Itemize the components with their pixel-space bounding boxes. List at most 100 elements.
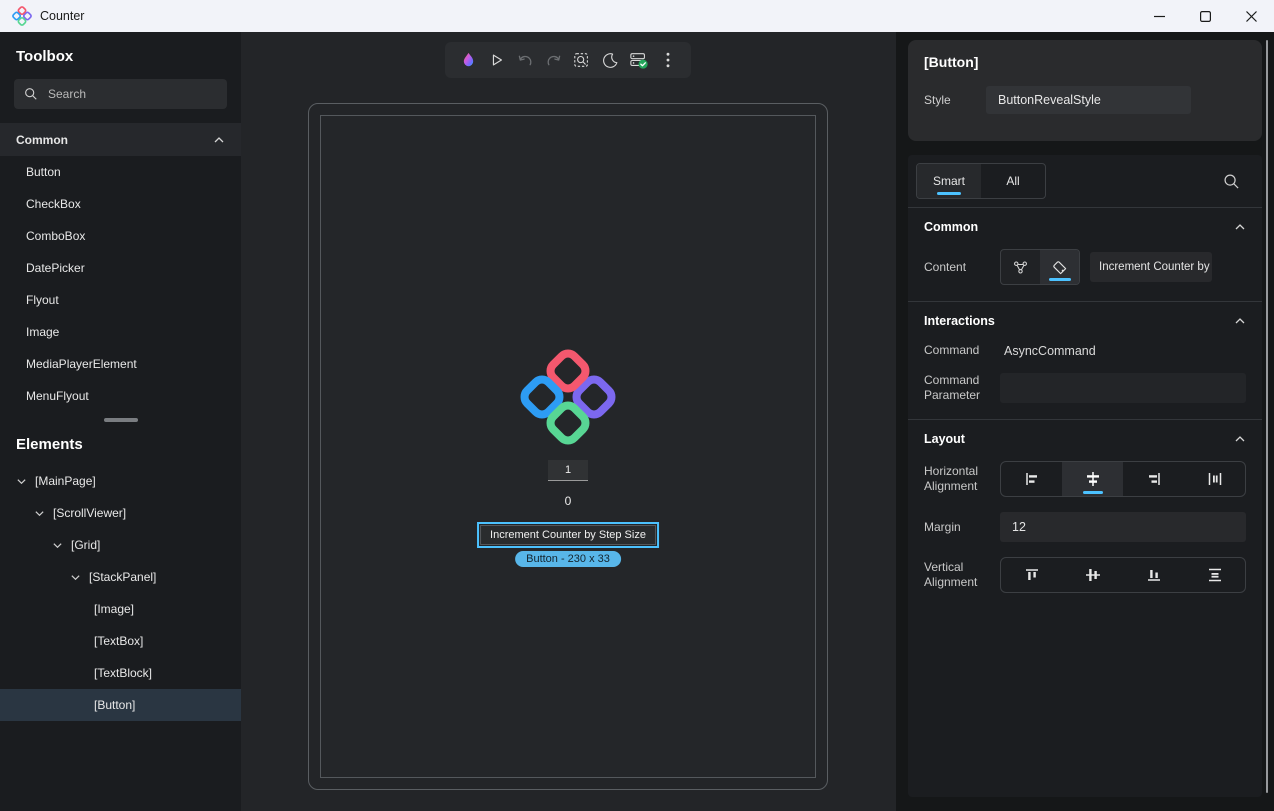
properties-card: Smart All Common Content xyxy=(908,155,1262,797)
tree-item-label: [StackPanel] xyxy=(89,570,156,584)
section-layout: Layout Horizontal Alignment xyxy=(908,419,1262,609)
section-common: Common Content xyxy=(908,207,1262,301)
app-window: Counter Toolbox C xyxy=(0,0,1274,811)
toolbox-list: Button CheckBox ComboBox DatePicker Flyo… xyxy=(0,156,241,412)
tree-item-textbox[interactable]: [TextBox] xyxy=(0,625,241,657)
zoom-selection-icon xyxy=(573,51,591,69)
canvas-toolbar xyxy=(445,42,691,78)
chevron-up-icon xyxy=(213,134,225,146)
step-size-textbox[interactable]: 1 xyxy=(548,460,588,481)
command-value[interactable]: AsyncCommand xyxy=(1004,344,1096,358)
toolbox-item-button[interactable]: Button xyxy=(0,156,241,188)
literal-value-mode-button[interactable] xyxy=(1040,250,1079,284)
increment-button[interactable]: Increment Counter by Step Size xyxy=(480,525,656,545)
splitter-handle-icon xyxy=(104,418,138,422)
toolbox-title: Toolbox xyxy=(0,32,241,77)
redo-button[interactable] xyxy=(542,48,566,72)
command-parameter-input[interactable] xyxy=(1000,373,1246,403)
connection-status-button[interactable] xyxy=(627,48,651,72)
device-frame: 1 0 Increment Counter by Step Size Butto… xyxy=(308,103,828,790)
vertical-alignment-label: Vertical Alignment xyxy=(924,560,1000,590)
section-common-title: Common xyxy=(924,220,978,234)
halign-center-button[interactable] xyxy=(1062,462,1123,496)
chevron-down-icon[interactable] xyxy=(70,572,81,583)
valign-stretch-button[interactable] xyxy=(1184,558,1245,592)
undo-button[interactable] xyxy=(513,48,537,72)
toolbox-item-menuflyout[interactable]: MenuFlyout xyxy=(0,380,241,412)
tree-item-label: [Button] xyxy=(94,698,135,712)
tree-item-scrollviewer[interactable]: [ScrollViewer] xyxy=(0,497,241,529)
halign-right-button[interactable] xyxy=(1123,462,1184,496)
tree-item-grid[interactable]: [Grid] xyxy=(0,529,241,561)
margin-label: Margin xyxy=(924,520,1000,535)
binding-mode-button[interactable] xyxy=(1001,250,1040,284)
toolbox-item-image[interactable]: Image xyxy=(0,316,241,348)
valign-bottom-button[interactable] xyxy=(1123,558,1184,592)
content-value-input[interactable]: Increment Counter by xyxy=(1090,252,1212,282)
panel-scrollbar[interactable] xyxy=(1266,40,1268,793)
style-input[interactable] xyxy=(986,86,1191,114)
command-label: Command xyxy=(924,343,1000,358)
section-interactions-title: Interactions xyxy=(924,314,995,328)
title-bar: Counter xyxy=(0,0,1274,32)
app-logo-image[interactable] xyxy=(520,349,616,445)
toolbox-section-label: Common xyxy=(16,133,68,147)
content-label: Content xyxy=(924,260,1000,275)
maximize-button[interactable] xyxy=(1182,0,1228,32)
counter-textblock[interactable]: 0 xyxy=(565,494,572,508)
tree-item-textblock[interactable]: [TextBlock] xyxy=(0,657,241,689)
close-button[interactable] xyxy=(1228,0,1274,32)
selection-outline: Increment Counter by Step Size xyxy=(477,522,659,548)
valign-top-button[interactable] xyxy=(1001,558,1062,592)
align-top-icon xyxy=(1024,567,1040,583)
toolbox-item-flyout[interactable]: Flyout xyxy=(0,284,241,316)
toolbox-section-common[interactable]: Common xyxy=(0,123,241,156)
device-screen[interactable]: 1 0 Increment Counter by Step Size Butto… xyxy=(320,115,816,778)
design-canvas[interactable]: 1 0 Increment Counter by Step Size Butto… xyxy=(241,32,896,811)
binding-icon xyxy=(1012,259,1029,276)
tree-item-image[interactable]: [Image] xyxy=(0,593,241,625)
sidebar: Toolbox Common Button CheckBox ComboBox … xyxy=(0,32,241,811)
chevron-up-icon[interactable] xyxy=(1234,433,1246,445)
tree-item-mainpage[interactable]: [MainPage] xyxy=(0,465,241,497)
properties-search-icon[interactable] xyxy=(1223,173,1240,190)
toolbox-item-mediaplayerelement[interactable]: MediaPlayerElement xyxy=(0,348,241,380)
valign-center-button[interactable] xyxy=(1062,558,1123,592)
search-input[interactable] xyxy=(48,87,198,101)
content-mode-toggle xyxy=(1000,249,1080,285)
align-middle-icon xyxy=(1085,567,1101,583)
toolbox-item-combobox[interactable]: ComboBox xyxy=(0,220,241,252)
kebab-menu-icon xyxy=(666,52,670,68)
halign-stretch-button[interactable] xyxy=(1184,462,1245,496)
tree-item-stackpanel[interactable]: [StackPanel] xyxy=(0,561,241,593)
hot-reload-button[interactable] xyxy=(456,48,480,72)
panel-splitter[interactable] xyxy=(0,412,241,428)
tab-all[interactable]: All xyxy=(981,164,1045,198)
play-button[interactable] xyxy=(485,48,509,72)
zoom-to-selection-button[interactable] xyxy=(570,48,594,72)
chevron-up-icon[interactable] xyxy=(1234,315,1246,327)
chevron-down-icon[interactable] xyxy=(52,540,63,551)
toolbox-item-datepicker[interactable]: DatePicker xyxy=(0,252,241,284)
more-options-button[interactable] xyxy=(656,48,680,72)
moon-icon xyxy=(602,52,619,69)
chevron-down-icon[interactable] xyxy=(16,476,27,487)
toolbox-item-checkbox[interactable]: CheckBox xyxy=(0,188,241,220)
chevron-up-icon[interactable] xyxy=(1234,221,1246,233)
halign-left-button[interactable] xyxy=(1001,462,1062,496)
toolbox-search[interactable] xyxy=(14,79,227,109)
minimize-icon xyxy=(1154,11,1165,22)
theme-toggle-button[interactable] xyxy=(599,48,623,72)
window-title: Counter xyxy=(40,9,84,23)
tree-item-label: [MainPage] xyxy=(35,474,96,488)
selection-size-badge: Button - 230 x 33 xyxy=(515,551,621,567)
properties-panel: [Button] Style Smart All xyxy=(896,32,1274,811)
command-parameter-label: Command Parameter xyxy=(924,373,1000,403)
tree-item-button-selected[interactable]: [Button] xyxy=(0,689,241,721)
align-bottom-icon xyxy=(1146,567,1162,583)
margin-input[interactable] xyxy=(1000,512,1246,542)
tab-smart[interactable]: Smart xyxy=(917,164,981,198)
minimize-button[interactable] xyxy=(1136,0,1182,32)
tree-item-label: [TextBlock] xyxy=(94,666,152,680)
chevron-down-icon[interactable] xyxy=(34,508,45,519)
